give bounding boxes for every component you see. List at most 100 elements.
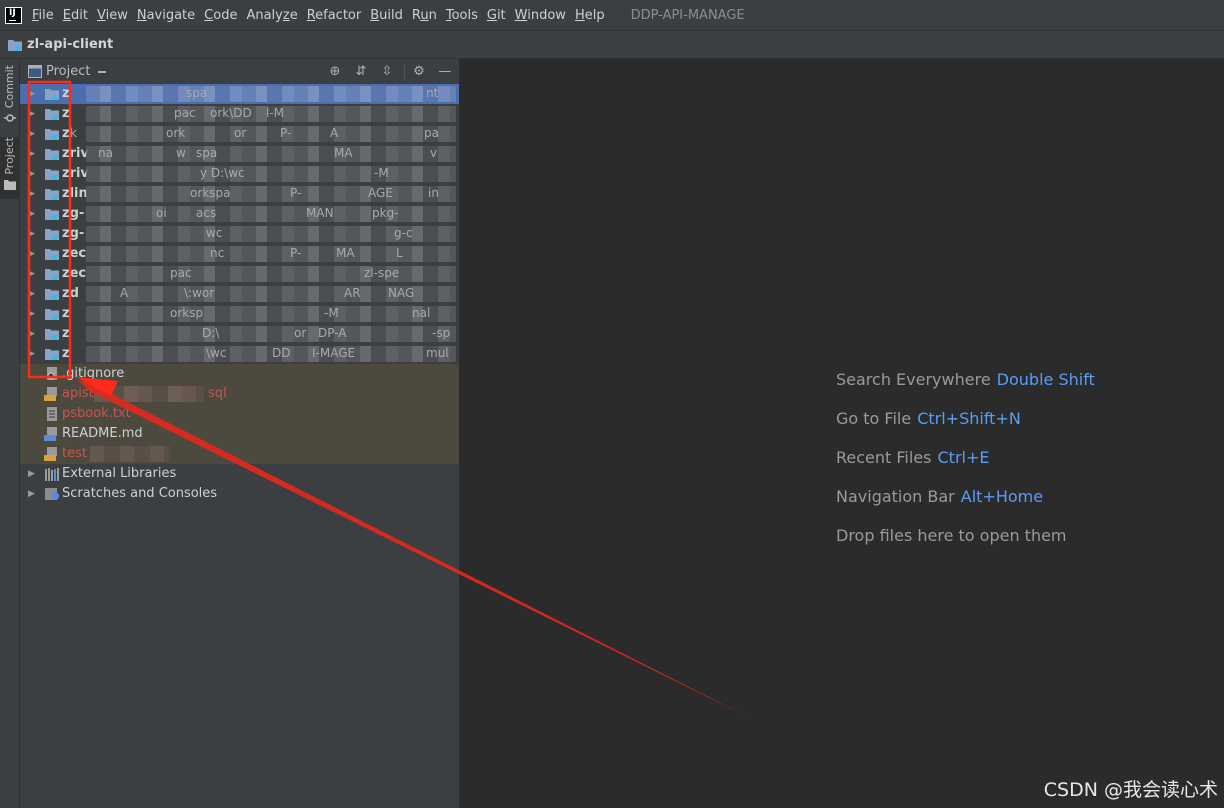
folder-icon <box>3 179 16 190</box>
pixelated-region <box>86 346 456 362</box>
tree-module-row[interactable]: ▶ zriv y D:\wc -M <box>20 164 459 184</box>
text-file-icon <box>47 407 57 421</box>
file-name-suffix: sql <box>208 386 227 401</box>
menu-item[interactable]: Help <box>575 8 605 23</box>
tree-module-row[interactable]: ▶ zg-wc g-c <box>20 224 459 244</box>
hint-shortcut: Alt+Home <box>960 487 1044 506</box>
tree-file-row[interactable]: .gitignore <box>20 364 459 384</box>
expand-arrow-icon[interactable]: ▶ <box>28 289 36 299</box>
expand-arrow-icon[interactable]: ▶ <box>28 109 36 119</box>
tree-file-row[interactable]: apist sql <box>20 384 459 404</box>
menu-bar: IJ File Edit View Navigate Code Analyze Refact… <box>0 0 1224 30</box>
expand-arrow-icon[interactable]: ▶ <box>28 249 36 259</box>
module-path-fragment: AGE <box>368 186 393 200</box>
tree-module-row[interactable]: ▶ zlin orkspa P- AGE in <box>20 184 459 204</box>
expand-arrow-icon[interactable]: ▶ <box>28 329 36 339</box>
tree-module-row[interactable]: ▶ z \wc DD I-MAGE mul <box>20 344 459 364</box>
menu-items: File Edit View Navigate Code Analyze Refactor B… <box>32 8 614 23</box>
scratches-row[interactable]: ▶ Scratches and Consoles <box>20 484 459 504</box>
tree-module-row[interactable]: ▶ zg-oi acs MAN pkg- <box>20 204 459 224</box>
hint-text: Go to File <box>836 409 912 428</box>
menu-item[interactable]: Refactor <box>307 8 362 23</box>
module-name: zlin <box>62 186 88 201</box>
navigation-bar: zl-api-client <box>0 30 1224 59</box>
module-path-fragment: DD <box>272 346 291 360</box>
expand-arrow-icon[interactable]: ▶ <box>28 269 36 279</box>
expand-arrow-icon[interactable]: ▶ <box>28 189 36 199</box>
tree-module-row[interactable]: ▶ zd A \:wor AR NAG <box>20 284 459 304</box>
expand-all-icon[interactable]: ⇵ <box>353 64 369 80</box>
external-libraries-row[interactable]: ▶ External Libraries <box>20 464 459 484</box>
module-name: z <box>62 326 70 341</box>
expand-arrow-icon[interactable]: ▶ <box>28 129 36 139</box>
project-panel-title[interactable]: Project <box>46 64 90 79</box>
module-path-fragment: A <box>120 286 129 300</box>
module-folder-icon <box>45 289 59 300</box>
collapse-all-icon[interactable]: ⇳ <box>379 64 395 80</box>
locate-icon[interactable]: ⊕ <box>327 64 343 80</box>
module-folder-icon <box>45 209 59 220</box>
module-name: z <box>62 86 70 101</box>
module-folder-icon <box>45 309 59 320</box>
tree-module-row[interactable]: ▶ z D:\ or DP-A -sp <box>20 324 459 344</box>
module-path-fragment: MA <box>336 246 355 260</box>
watermark: CSDN @我会读心术 <box>1043 779 1218 801</box>
module-path-fragment: or <box>234 126 247 140</box>
menu-item[interactable]: Edit <box>63 8 88 23</box>
expand-arrow-icon[interactable]: ▶ <box>28 149 36 159</box>
tree-file-row[interactable]: README.md <box>20 424 459 444</box>
tree-file-row[interactable]: psbook.txt <box>20 404 459 424</box>
menu-item[interactable]: View <box>97 8 128 23</box>
expand-arrow-icon[interactable]: ▶ <box>28 469 36 479</box>
tree-file-row[interactable]: test <box>20 444 459 464</box>
module-path-fragment: nc <box>210 246 225 260</box>
breadcrumb-root[interactable]: zl-api-client <box>27 37 113 52</box>
tree-module-row[interactable]: ▶ z orksp -M nal <box>20 304 459 324</box>
module-path-fragment: or <box>294 326 307 340</box>
tab-project-label: Project <box>3 137 16 175</box>
menu-item[interactable]: Window <box>515 8 566 23</box>
module-path-fragment: -sp <box>432 326 451 340</box>
expand-arrow-icon[interactable]: ▶ <box>28 489 36 499</box>
tree-node-label: External Libraries <box>62 466 177 481</box>
view-dropdown-icon[interactable] <box>98 70 107 73</box>
hide-panel-icon[interactable]: — <box>437 64 453 80</box>
tree-module-row[interactable]: ▶ zec nc P- MA L <box>20 244 459 264</box>
expand-arrow-icon[interactable]: ▶ <box>28 169 36 179</box>
pixelated-region <box>86 126 456 142</box>
menu-item[interactable]: Code <box>204 8 237 23</box>
tab-commit-label: Commit <box>3 65 16 109</box>
module-path-fragment: v <box>430 146 438 160</box>
hint-text: Drop files here to open them <box>836 526 1067 545</box>
tree-module-row[interactable]: ▶ z spa nt <box>20 84 459 104</box>
pixelated-region <box>90 446 170 462</box>
tree-module-row[interactable]: ▶ zriv na w spa MA v <box>20 144 459 164</box>
tree-module-row[interactable]: ▶ z pac ork\DD l-M <box>20 104 459 124</box>
module-path-fragment: pa <box>424 126 439 140</box>
module-name: zg- <box>62 206 85 221</box>
tab-project[interactable]: Project <box>0 137 19 199</box>
module-path-fragment: l-M <box>266 106 285 120</box>
gear-icon[interactable]: ⚙ <box>411 64 427 80</box>
hint-text: Search Everywhere <box>836 370 991 389</box>
tree-module-row[interactable]: ▶ z k ork or P- Apa <box>20 124 459 144</box>
menu-item[interactable]: Navigate <box>137 8 195 23</box>
module-path-fragment: pac <box>170 266 192 280</box>
menu-item[interactable]: Build <box>370 8 403 23</box>
menu-item[interactable]: Run <box>412 8 437 23</box>
expand-arrow-icon[interactable]: ▶ <box>28 89 36 99</box>
menu-item[interactable]: File <box>32 8 54 23</box>
menu-item[interactable]: Git <box>487 8 506 23</box>
expand-arrow-icon[interactable]: ▶ <box>28 229 36 239</box>
menu-item[interactable]: Analyze <box>246 8 297 23</box>
tab-commit[interactable]: Commit <box>0 65 19 129</box>
module-path-fragment: pkg- <box>372 206 399 220</box>
expand-arrow-icon[interactable]: ▶ <box>28 209 36 219</box>
left-tool-stripe: Commit Project <box>0 59 20 808</box>
menu-item[interactable]: Tools <box>446 8 478 23</box>
expand-arrow-icon[interactable]: ▶ <box>28 349 36 359</box>
hint-text: Recent Files <box>836 448 932 467</box>
tree-module-row[interactable]: ▶ zec pac zl-spe <box>20 264 459 284</box>
expand-arrow-icon[interactable]: ▶ <box>28 309 36 319</box>
module-folder-icon <box>45 229 59 240</box>
